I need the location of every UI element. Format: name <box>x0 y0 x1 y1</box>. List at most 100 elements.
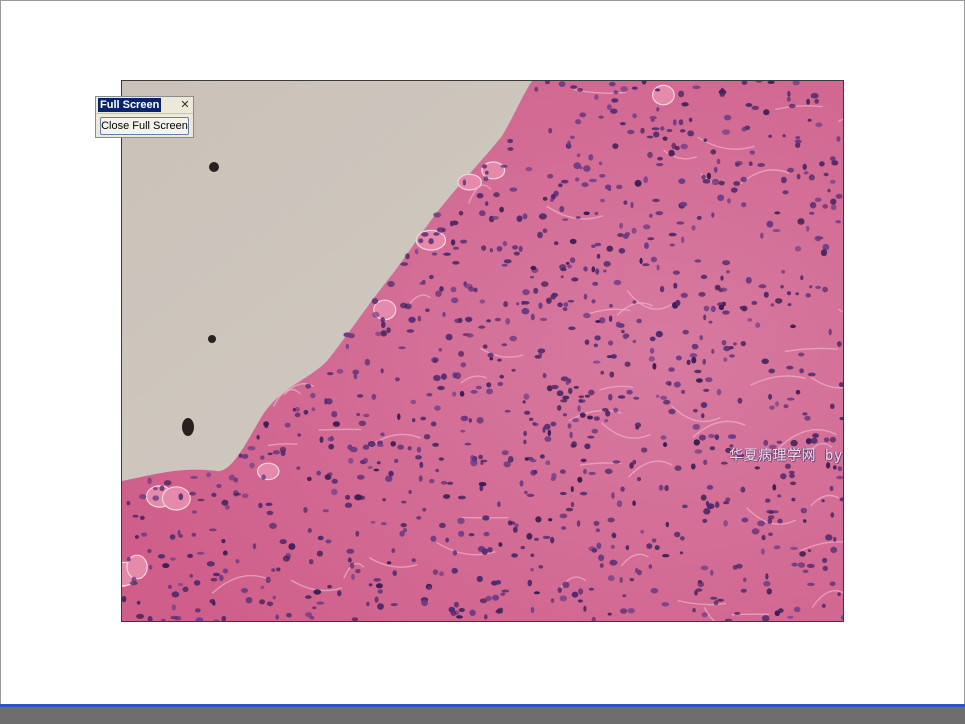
close-full-screen-button[interactable]: Close Full Screen <box>100 117 189 135</box>
close-icon[interactable]: ✕ <box>179 99 191 111</box>
nucleus <box>440 480 448 485</box>
nucleus <box>571 441 577 448</box>
nucleus <box>486 388 493 395</box>
nucleus <box>651 538 657 543</box>
nucleus <box>134 535 139 539</box>
nucleus <box>592 281 599 286</box>
nucleus <box>550 198 554 202</box>
nucleus <box>216 483 222 489</box>
nucleus <box>126 501 131 506</box>
nucleus <box>772 229 781 233</box>
nucleus <box>560 399 568 403</box>
nucleus <box>652 363 657 370</box>
nucleus <box>666 128 673 133</box>
nucleus <box>485 201 489 206</box>
nucleus <box>648 356 655 362</box>
nucleus <box>720 275 724 281</box>
nucleus <box>731 434 736 439</box>
nucleus <box>717 194 725 202</box>
nucleus <box>260 455 265 460</box>
nucleus <box>612 143 619 149</box>
nucleus <box>765 498 771 503</box>
nucleus <box>676 221 685 225</box>
nucleus <box>479 299 486 304</box>
nucleus <box>591 299 596 304</box>
nucleus <box>578 395 585 399</box>
nucleus <box>701 413 705 419</box>
nucleus <box>644 242 649 249</box>
nucleus <box>427 585 432 590</box>
nucleus <box>655 211 664 216</box>
nucleus <box>583 605 587 612</box>
nucleus <box>544 436 552 442</box>
nucleus <box>805 293 811 298</box>
nucleus <box>782 190 789 195</box>
nucleus <box>498 542 503 547</box>
nucleus <box>324 398 328 405</box>
nucleus <box>754 466 760 470</box>
nucleus <box>693 439 700 446</box>
nucleus <box>632 500 636 507</box>
nucleus <box>501 263 508 267</box>
nucleus <box>661 602 670 607</box>
epithelial-cell <box>652 84 675 106</box>
nucleus <box>604 468 613 475</box>
nucleus <box>652 198 660 203</box>
nucleus <box>565 261 570 265</box>
nucleus <box>542 426 546 433</box>
nucleus <box>728 346 734 350</box>
nucleus <box>674 531 681 538</box>
nucleus <box>806 225 810 232</box>
nucleus <box>258 502 263 509</box>
nucleus <box>228 474 235 481</box>
fullscreen-toolbar-titlebar[interactable]: Full Screen ✕ <box>96 97 193 114</box>
nucleus <box>485 595 492 602</box>
nucleus <box>734 612 741 615</box>
nucleus <box>575 216 581 219</box>
nucleus <box>189 574 193 578</box>
nucleus <box>741 517 749 523</box>
nucleus <box>761 358 769 365</box>
nucleus <box>245 597 253 604</box>
nucleus <box>593 343 598 348</box>
nucleus <box>319 436 324 444</box>
nucleus <box>780 284 784 289</box>
nucleus <box>584 339 590 346</box>
nucleus <box>522 213 528 220</box>
nucleus <box>247 446 256 451</box>
nucleus <box>829 156 836 161</box>
nucleus <box>470 390 478 394</box>
nucleus <box>530 553 535 558</box>
nucleus <box>163 480 172 486</box>
nucleus <box>821 603 826 608</box>
nucleus <box>768 368 775 374</box>
nucleus <box>380 330 388 337</box>
nucleus <box>755 322 761 328</box>
nucleus <box>520 545 525 550</box>
nucleus <box>814 235 822 242</box>
nucleus <box>538 352 543 358</box>
nucleus <box>423 434 431 440</box>
nucleus <box>438 457 444 461</box>
nucleus <box>593 520 600 526</box>
nucleus <box>721 340 727 346</box>
nucleus <box>775 401 779 407</box>
epithelial-cell <box>161 486 191 511</box>
nucleus <box>827 188 831 193</box>
nucleus <box>803 171 809 175</box>
nucleus <box>550 384 559 390</box>
nucleus <box>723 357 728 362</box>
nucleus <box>619 122 626 126</box>
nucleus <box>556 405 562 411</box>
nucleus <box>576 520 581 527</box>
nucleus <box>747 318 753 322</box>
nucleus <box>673 381 681 388</box>
nucleus <box>542 372 547 379</box>
nucleus <box>737 397 743 404</box>
nucleus <box>706 172 712 180</box>
nucleus <box>541 281 549 287</box>
nucleus <box>316 470 321 476</box>
nucleus <box>649 213 653 218</box>
nucleus <box>489 248 493 253</box>
nucleus <box>551 472 557 480</box>
